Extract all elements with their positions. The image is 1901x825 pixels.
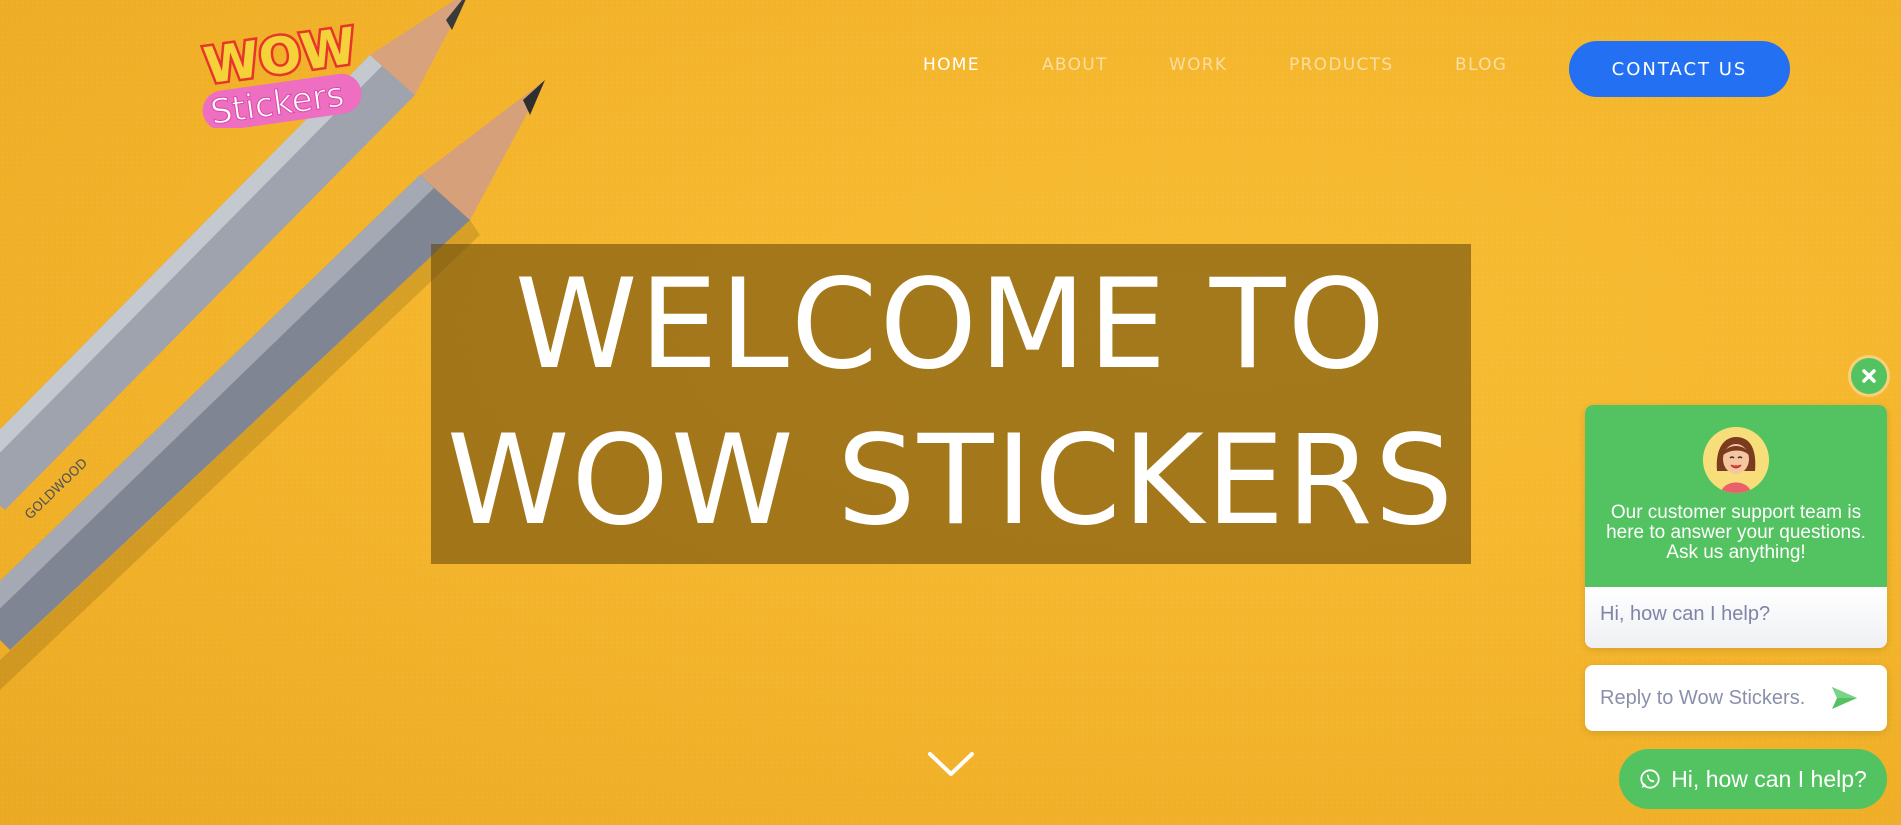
whatsapp-chat-button[interactable]: Hi, how can I help? <box>1619 749 1887 809</box>
nav-blog[interactable]: BLOG <box>1455 55 1507 75</box>
chat-greeting-text: Hi, how can I help? <box>1600 603 1771 625</box>
whatsapp-button-label: Hi, how can I help? <box>1671 765 1867 792</box>
contact-us-button[interactable]: CONTACT US <box>1569 41 1790 97</box>
chat-greeting-bubble: Hi, how can I help? <box>1585 587 1887 648</box>
hero-title-line1: WELCOME TO <box>514 253 1388 397</box>
chat-reply-box <box>1585 665 1887 731</box>
nav-about[interactable]: ABOUT <box>1042 55 1108 75</box>
chat-panel: Our customer support team is here to ans… <box>1585 405 1887 648</box>
chat-header: Our customer support team is here to ans… <box>1585 405 1887 587</box>
close-icon[interactable] <box>1851 358 1887 394</box>
chevron-down-icon[interactable] <box>927 750 975 778</box>
support-avatar <box>1703 427 1769 493</box>
close-x-glyph <box>1862 369 1876 383</box>
hero-title-line2: WOW STICKERS <box>446 409 1456 553</box>
nav-home[interactable]: HOME <box>923 55 980 75</box>
nav-products[interactable]: PRODUCTS <box>1289 55 1393 75</box>
chat-intro-text: Our customer support team is here to ans… <box>1606 502 1866 563</box>
send-icon[interactable] <box>1829 683 1859 713</box>
hero-title-box: WELCOME TO WOW STICKERS <box>431 244 1471 564</box>
chat-reply-input[interactable] <box>1600 685 1830 711</box>
nav-work[interactable]: WORK <box>1169 55 1227 75</box>
whatsapp-icon <box>1640 769 1660 789</box>
